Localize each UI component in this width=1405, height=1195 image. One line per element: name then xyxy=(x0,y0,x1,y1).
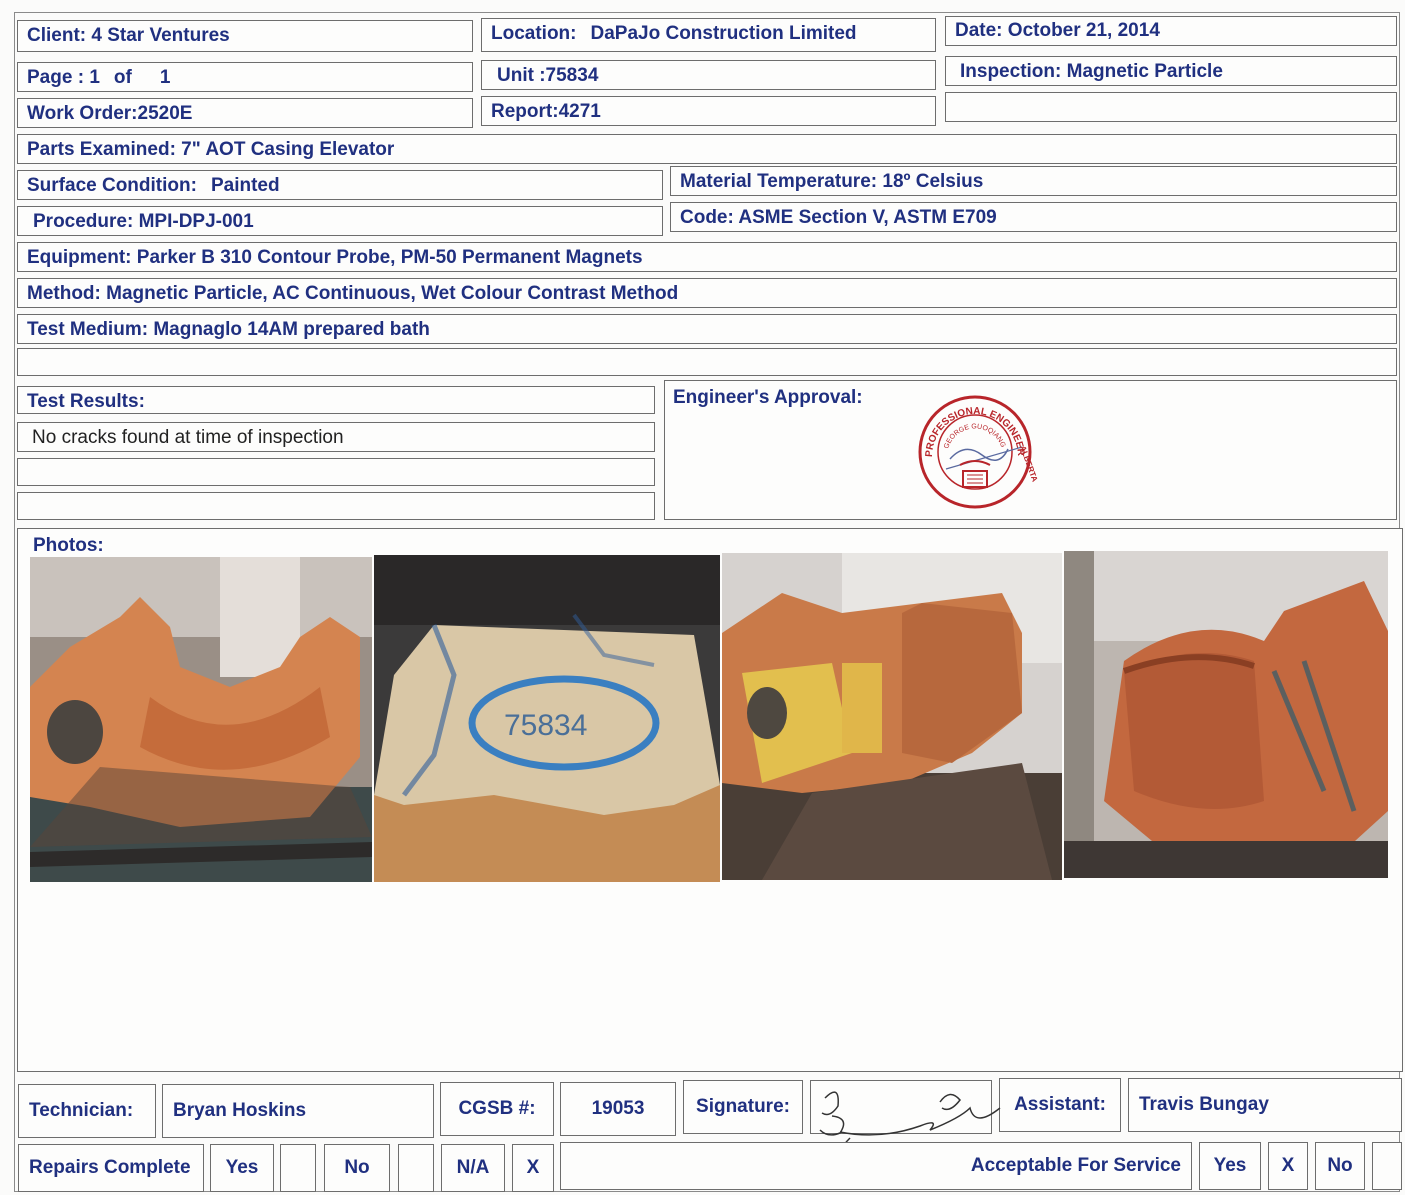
unit-marking-text: 75834 xyxy=(504,709,587,742)
repairs-no-label: No xyxy=(324,1144,390,1192)
signature-label: Signature: xyxy=(683,1080,803,1134)
photo-elevator-hinge xyxy=(722,553,1062,880)
procedure-field: Procedure: MPI-DPJ-001 xyxy=(17,206,663,236)
technician-name: Bryan Hoskins xyxy=(162,1084,434,1138)
method-field: Method: Magnetic Particle, AC Continuous… xyxy=(17,278,1397,308)
repairs-complete-label: Repairs Complete xyxy=(18,1144,204,1192)
report-field: Report:4271 xyxy=(481,96,936,126)
svg-text:PROFESSIONAL ENGINEER: PROFESSIONAL ENGINEER xyxy=(924,406,1026,457)
acceptable-no-label: No xyxy=(1315,1142,1365,1190)
date-field: Date: October 21, 2014 xyxy=(945,16,1397,46)
code-field: Code: ASME Section V, ASTM E709 xyxy=(670,202,1397,232)
parts-examined-field: Parts Examined: 7" AOT Casing Elevator xyxy=(17,134,1397,164)
equipment-field: Equipment: Parker B 310 Contour Probe, P… xyxy=(17,242,1397,272)
engineer-approval-label: Engineer's Approval: xyxy=(673,387,863,408)
location-field: Location: DaPaJo Construction Limited xyxy=(481,18,936,52)
client-field: Client: 4 Star Ventures xyxy=(17,20,473,52)
page-field: Page : 1 of 1 xyxy=(17,62,473,92)
engineer-stamp-icon: PROFESSIONAL ENGINEER GEORGE GUOQIANG HE… xyxy=(910,387,1040,509)
blank-detail-field xyxy=(17,348,1397,376)
acceptable-for-service-text: Acceptable For Service xyxy=(970,1155,1181,1176)
repairs-na-label: N/A xyxy=(441,1144,505,1192)
acceptable-no-checkbox[interactable] xyxy=(1372,1142,1402,1190)
acceptable-yes-label: Yes xyxy=(1199,1142,1261,1190)
material-temperature-field: Material Temperature: 18º Celsius xyxy=(670,166,1397,196)
repairs-yes-label: Yes xyxy=(210,1144,274,1192)
test-results-line-1: No cracks found at time of inspection xyxy=(17,422,655,452)
repairs-no-checkbox[interactable] xyxy=(398,1144,434,1192)
photo-elevator-top xyxy=(1064,551,1388,878)
test-results-label: Test Results: xyxy=(17,386,655,414)
repairs-na-checkbox[interactable]: X xyxy=(512,1144,554,1192)
engineer-approval-box: Engineer's Approval: PROFESSIONAL ENGINE… xyxy=(664,380,1397,520)
blank-header-field xyxy=(945,92,1397,122)
stamp-text-top: PROFESSIONAL ENGINEER xyxy=(924,406,1026,457)
test-medium-field: Test Medium: Magnaglo 14AM prepared bath xyxy=(17,314,1397,344)
photo-unit-marking: 75834 xyxy=(374,555,720,882)
repairs-yes-checkbox[interactable] xyxy=(280,1144,316,1192)
unit-field: Unit :75834 xyxy=(481,60,936,90)
cgsb-label: CGSB #: xyxy=(440,1082,554,1136)
technician-label: Technician: xyxy=(18,1084,156,1138)
test-results-line-3 xyxy=(17,492,655,520)
stamp-text-right: ALBERTA xyxy=(1018,445,1039,484)
test-results-line-2 xyxy=(17,458,655,486)
assistant-name: Travis Bungay xyxy=(1128,1078,1402,1132)
photo-elevator-side xyxy=(30,557,372,882)
acceptable-yes-checkbox[interactable]: X xyxy=(1268,1142,1308,1190)
surface-condition-field: Surface Condition: Painted xyxy=(17,170,663,200)
inspection-field: Inspection: Magnetic Particle xyxy=(945,56,1397,86)
acceptable-for-service-label: Acceptable For Service xyxy=(560,1142,1192,1190)
work-order-field: Work Order:2520E xyxy=(17,98,473,128)
cgsb-number: 19053 xyxy=(560,1082,676,1136)
